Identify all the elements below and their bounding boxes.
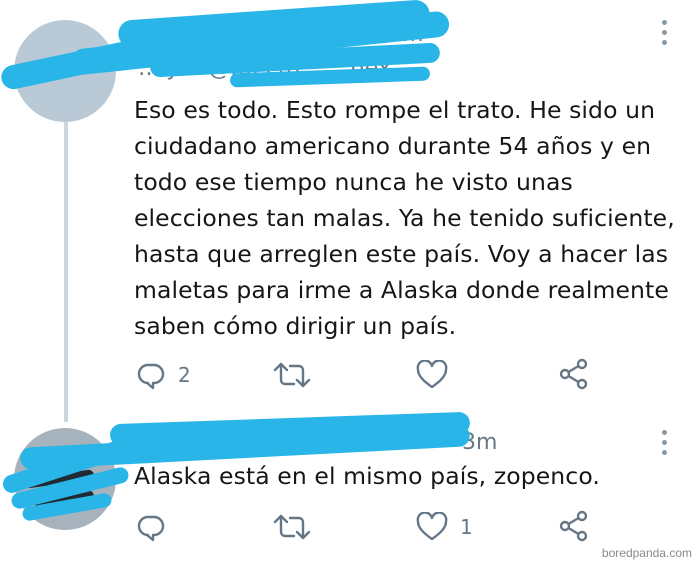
reply-button[interactable]: 2 [136,360,191,390]
tweet-text-line: todo ese tiempo nunca he visto unas [134,168,573,196]
retweet-icon [273,362,311,388]
thread-connector-line [64,122,68,422]
share-button[interactable] [558,510,590,542]
heart-icon [416,360,448,389]
like-count: 1 [460,515,473,539]
tweet-text-line: hasta que arreglen este país. Voy a hace… [134,240,669,268]
reply-icon [137,515,165,542]
more-vertical-icon[interactable] [660,430,668,460]
tweet-text-line: Eso es todo. Esto rompe el trato. He sid… [134,96,656,124]
retweet-icon [273,514,311,540]
heart-icon [416,512,448,541]
reply-icon [137,363,165,390]
retweet-button[interactable] [272,512,312,542]
tweet-text-line: saben cómo dirigir un país. [134,312,457,340]
more-vertical-icon[interactable] [660,20,668,50]
tweet-text-line: elecciones tan malas. Ya he tenido sufic… [134,204,675,232]
like-button[interactable]: 1 [416,512,473,542]
tweet-text: Eso es todo. Esto rompe el trato. He sid… [134,92,675,344]
share-icon [559,358,588,390]
tweet-text-line: maletas para irme a Alaska donde realmen… [134,276,669,304]
reply-button[interactable] [136,512,178,542]
share-icon [559,510,588,542]
reply-count: 2 [178,363,191,387]
retweet-button[interactable] [272,360,312,390]
tweet-text: Alaska está en el mismo país, zopenco. [134,462,600,490]
like-button[interactable] [416,360,448,390]
share-button[interactable] [558,358,590,390]
tweet-text-line: ciudadano americano durante 54 años y en [134,132,652,160]
watermark: boredpanda.com [601,546,692,560]
